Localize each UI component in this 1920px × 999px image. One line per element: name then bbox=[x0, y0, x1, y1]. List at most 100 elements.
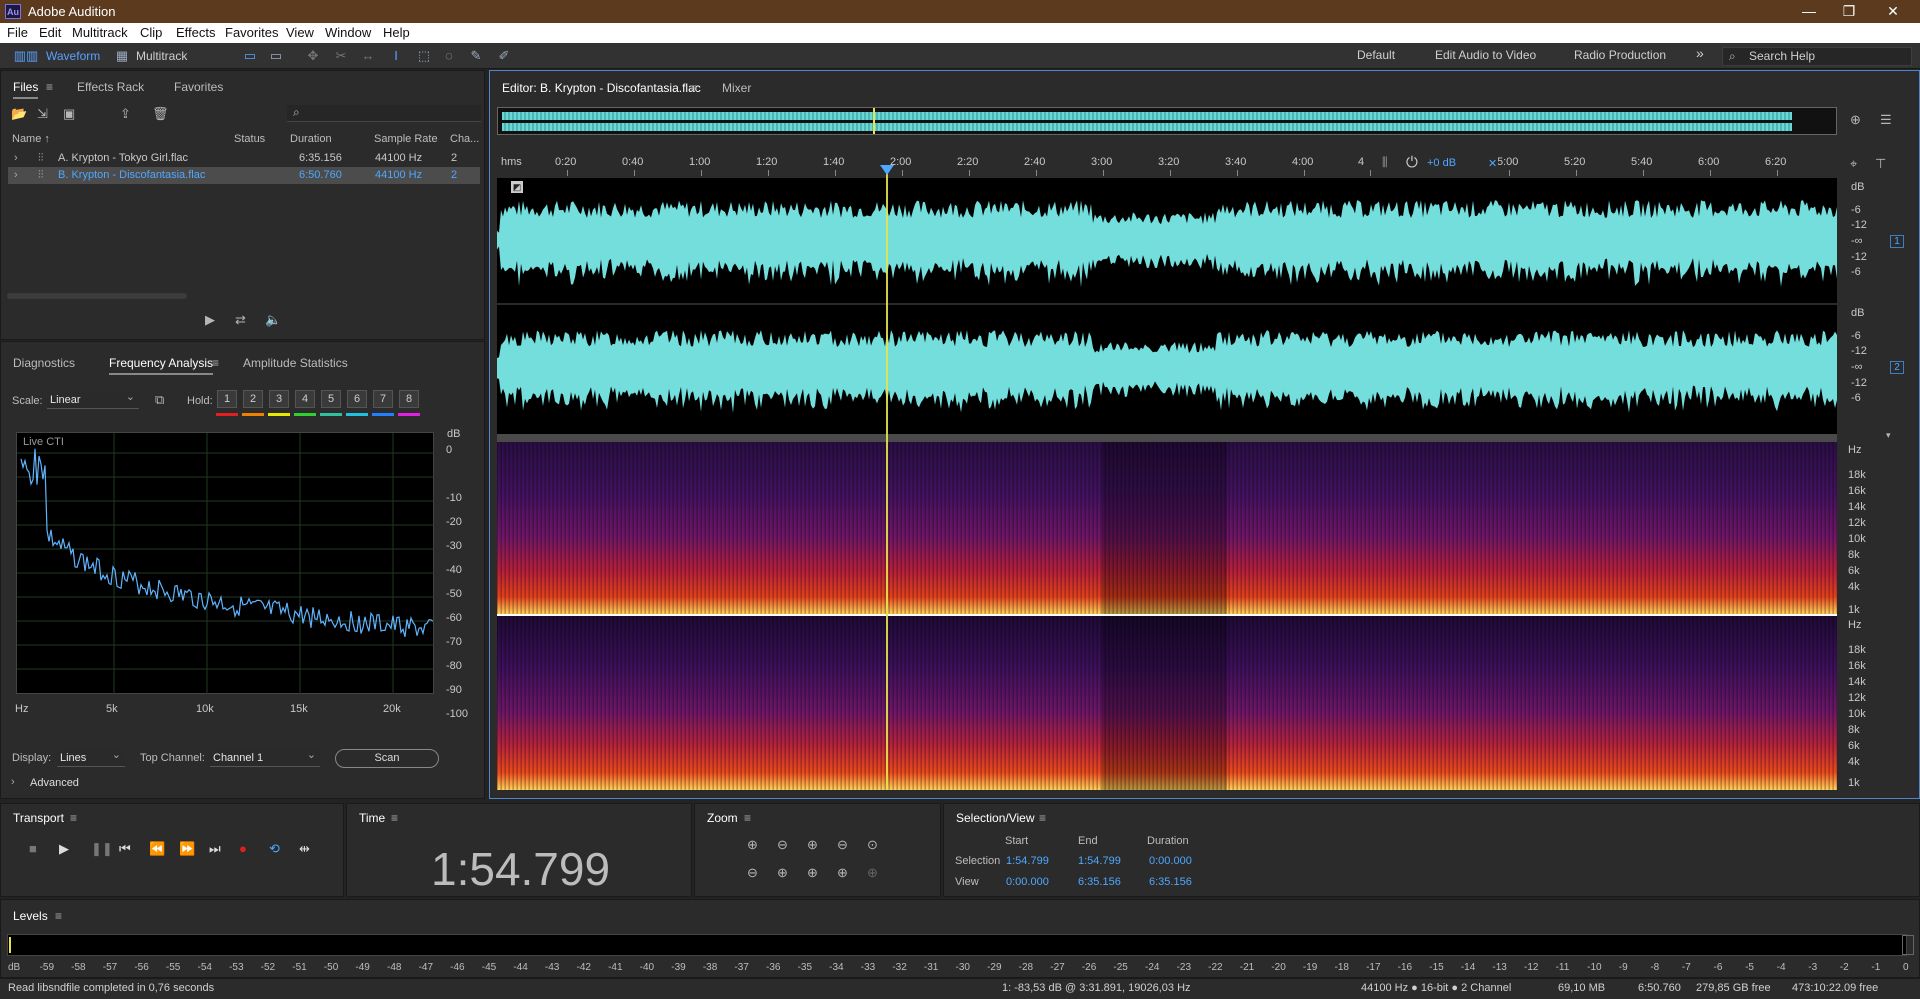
channel-1-enable[interactable]: 1 bbox=[1890, 235, 1904, 248]
spectral-display[interactable] bbox=[497, 442, 1837, 790]
loop-icon[interactable]: ⟲ bbox=[269, 841, 280, 857]
workspace-radio-production[interactable]: Radio Production bbox=[1574, 48, 1666, 62]
hold-button-5[interactable]: 5 bbox=[321, 390, 341, 408]
tab-diagnostics[interactable]: Diagnostics bbox=[13, 356, 75, 370]
advanced-chevron-icon[interactable]: › bbox=[11, 776, 15, 788]
timeline-ruler[interactable]: hms 0:20 0:40 1:00 1:20 1:40 2:00 2:20 2:40 3:00… bbox=[497, 152, 1837, 176]
open-file-icon[interactable]: 📂 bbox=[11, 106, 27, 122]
pin-hud-icon[interactable]: ✕ bbox=[1488, 157, 1497, 170]
fast-forward-icon[interactable]: ⏩ bbox=[179, 841, 195, 857]
menu-view[interactable]: View bbox=[286, 25, 314, 40]
zoom-to-fit-icon[interactable]: ⊕ bbox=[1850, 112, 1861, 128]
advanced-toggle[interactable]: Advanced bbox=[30, 777, 79, 789]
view-duration[interactable]: 6:35.156 bbox=[1149, 876, 1192, 888]
play-icon[interactable]: ▶ bbox=[59, 841, 69, 857]
menu-multitrack[interactable]: Multitrack bbox=[72, 25, 128, 40]
multitrack-view-button[interactable]: Multitrack bbox=[136, 47, 187, 65]
tab-editor[interactable]: Editor: B. Krypton - Discofantasia.flac bbox=[502, 81, 701, 95]
spectral-display-icon[interactable]: ▭ bbox=[268, 48, 284, 64]
files-panel-menu-icon[interactable]: ≡ bbox=[46, 80, 53, 94]
selection-duration[interactable]: 0:00.000 bbox=[1149, 855, 1192, 867]
menu-effects[interactable]: Effects bbox=[176, 25, 216, 40]
stop-icon[interactable]: ■ bbox=[29, 841, 37, 856]
clip-indicator[interactable] bbox=[1902, 935, 1914, 955]
pause-icon[interactable]: ❚❚ bbox=[91, 841, 113, 857]
hold-button-3[interactable]: 3 bbox=[269, 390, 289, 408]
zoom-to-selection-icon[interactable]: ⊕ bbox=[777, 865, 788, 881]
zoom-in-time-icon[interactable]: ⊕ bbox=[807, 837, 818, 853]
hold-button-1[interactable]: 1 bbox=[217, 390, 237, 408]
files-search-input[interactable]: ⌕ bbox=[287, 105, 481, 122]
marquee-tool-icon[interactable]: ⬚ bbox=[416, 48, 432, 64]
razor-tool-icon[interactable]: ✂ bbox=[333, 48, 349, 64]
editor-panel-menu-icon[interactable]: ≡ bbox=[690, 81, 697, 95]
time-menu-icon[interactable]: ≡ bbox=[391, 811, 398, 825]
waveform-overview[interactable] bbox=[497, 107, 1837, 135]
playhead-handle[interactable] bbox=[880, 165, 894, 175]
column-name[interactable]: Name ↑ bbox=[12, 133, 50, 145]
auto-play-icon[interactable]: 🔈 bbox=[265, 312, 281, 328]
zoom-selected-track-icon[interactable]: ⊕ bbox=[867, 865, 878, 881]
search-help-input[interactable]: ⌕ Search Help bbox=[1722, 47, 1912, 66]
selection-view-menu-icon[interactable]: ≡ bbox=[1039, 811, 1046, 825]
record-icon[interactable]: ● bbox=[239, 841, 247, 856]
new-file-icon[interactable]: ▣ bbox=[63, 106, 75, 122]
tab-frequency-analysis[interactable]: Frequency Analysis bbox=[109, 356, 214, 375]
menu-edit[interactable]: Edit bbox=[39, 25, 61, 40]
collapse-spectral-icon[interactable]: ▾ bbox=[1886, 430, 1891, 441]
tab-favorites[interactable]: Favorites bbox=[174, 80, 223, 94]
zoom-menu-icon[interactable]: ≡ bbox=[744, 811, 751, 825]
zoom-full-icon[interactable]: ⊙ bbox=[867, 837, 878, 853]
spot-healing-icon[interactable]: ✐ bbox=[496, 48, 512, 64]
menu-window[interactable]: Window bbox=[325, 25, 371, 40]
insert-into-multitrack-icon[interactable]: ⇪ bbox=[120, 106, 131, 122]
menu-clip[interactable]: Clip bbox=[140, 25, 162, 40]
hold-button-7[interactable]: 7 bbox=[373, 390, 393, 408]
maximize-button[interactable]: ❐ bbox=[1826, 0, 1872, 23]
column-channels[interactable]: Cha... bbox=[450, 133, 479, 145]
waveform-display[interactable]: ◩ bbox=[497, 178, 1837, 434]
file-row-selected[interactable]: › ⫶⫶ B. Krypton - Discofantasia.flac 6:5… bbox=[8, 167, 480, 184]
analysis-panel-menu-icon[interactable]: ≡ bbox=[212, 356, 219, 370]
time-selection-tool-icon[interactable]: I bbox=[388, 48, 404, 64]
selection-start[interactable]: 1:54.799 bbox=[1006, 855, 1049, 867]
channel-view-icon[interactable]: ☰ bbox=[1880, 112, 1892, 128]
channel-map-icon[interactable]: ◩ bbox=[511, 181, 523, 193]
next-icon[interactable]: ⏭ bbox=[209, 841, 221, 857]
rewind-icon[interactable]: ⏪ bbox=[149, 841, 165, 857]
volume-value[interactable]: +0 dB bbox=[1427, 157, 1456, 169]
zoom-out-time-icon[interactable]: ⊖ bbox=[837, 837, 848, 853]
move-tool-icon[interactable]: ✥ bbox=[305, 48, 321, 64]
levels-menu-icon[interactable]: ≡ bbox=[55, 909, 62, 923]
lasso-tool-icon[interactable]: ◌ bbox=[441, 48, 457, 64]
zoom-in-left-icon[interactable]: ⊕ bbox=[807, 865, 818, 881]
workspaces-more-button[interactable]: » bbox=[1696, 45, 1704, 61]
tab-effects-rack[interactable]: Effects Rack bbox=[77, 80, 144, 94]
loop-preview-icon[interactable]: ⇄ bbox=[235, 312, 246, 328]
import-file-icon[interactable]: ⇲ bbox=[37, 106, 48, 122]
waveform-view-button[interactable]: Waveform bbox=[46, 47, 100, 65]
marker-icon[interactable]: ⊤ bbox=[1875, 156, 1886, 172]
waveform-spectral-splitter[interactable] bbox=[497, 434, 1837, 442]
channel-2-enable[interactable]: 2 bbox=[1890, 361, 1904, 374]
waveform-display-icon[interactable]: ▭ bbox=[242, 48, 258, 64]
zoom-in-right-icon[interactable]: ⊕ bbox=[837, 865, 848, 881]
menu-help[interactable]: Help bbox=[383, 25, 410, 40]
tab-amplitude-statistics[interactable]: Amplitude Statistics bbox=[243, 356, 348, 370]
zoom-out-full-icon[interactable]: ⊖ bbox=[747, 865, 758, 881]
hold-button-6[interactable]: 6 bbox=[347, 390, 367, 408]
zoom-in-amplitude-icon[interactable]: ⊕ bbox=[747, 837, 758, 853]
previous-icon[interactable]: ⏮ bbox=[119, 841, 131, 857]
view-end[interactable]: 6:35.156 bbox=[1078, 876, 1121, 888]
close-button[interactable]: ✕ bbox=[1870, 0, 1916, 23]
hold-button-4[interactable]: 4 bbox=[295, 390, 315, 408]
copy-icon[interactable]: ⧉ bbox=[155, 392, 164, 408]
expand-chevron-icon[interactable]: › bbox=[14, 150, 18, 167]
view-start[interactable]: 0:00.000 bbox=[1006, 876, 1049, 888]
snap-icon[interactable]: ⌖ bbox=[1850, 156, 1857, 172]
column-status[interactable]: Status bbox=[234, 133, 265, 145]
column-sample-rate[interactable]: Sample Rate bbox=[374, 133, 438, 145]
top-channel-dropdown[interactable]: Channel 1 bbox=[210, 747, 320, 767]
column-duration[interactable]: Duration bbox=[290, 133, 332, 145]
scan-button[interactable]: Scan bbox=[335, 749, 439, 768]
